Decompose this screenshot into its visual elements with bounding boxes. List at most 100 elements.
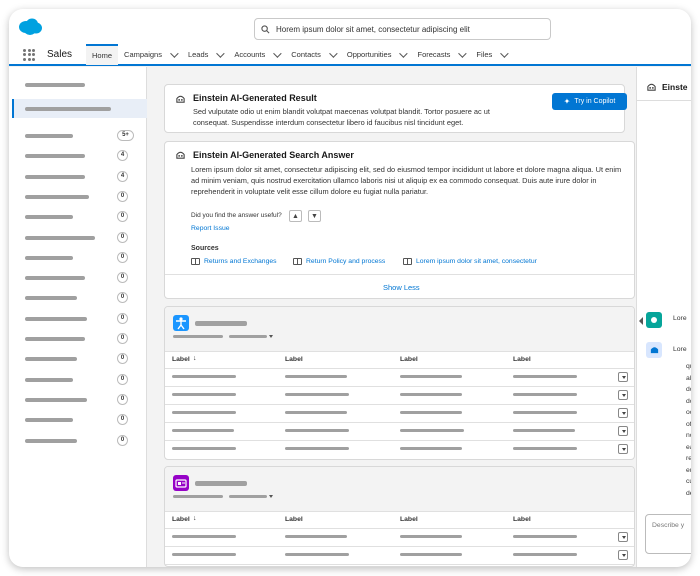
sidebar-item-placeholder[interactable]	[25, 377, 73, 382]
chevron-down-icon[interactable]	[170, 48, 179, 58]
einstein-copilot-panel: Einste Lore Lore qu ali do do occ off no ea rep e…	[636, 67, 691, 567]
table-cell-placeholder	[285, 393, 349, 396]
source-link[interactable]: Return Policy and process	[293, 258, 385, 265]
chevron-down-icon[interactable]	[269, 335, 273, 338]
column-header[interactable]: Label	[172, 516, 190, 523]
tab-home[interactable]: Home	[86, 44, 119, 65]
column-header[interactable]: Label	[400, 516, 418, 523]
sidebar-item-placeholder[interactable]	[25, 194, 89, 199]
assistant-message-line: rep	[686, 455, 691, 462]
panel-title: Einste	[662, 82, 688, 92]
assistant-message: Lore	[673, 346, 687, 353]
row-action-menu-icon[interactable]	[618, 444, 628, 454]
show-less-button[interactable]: Show Less	[383, 283, 420, 292]
count-badge: 0	[117, 251, 128, 263]
sidebar-item-placeholder[interactable]	[25, 418, 73, 423]
table-subtitle-placeholder	[173, 335, 223, 338]
tab-leads[interactable]: Leads	[182, 44, 228, 65]
column-header[interactable]: Label	[285, 356, 303, 363]
row-divider	[165, 564, 634, 565]
accessibility-icon	[173, 315, 189, 331]
sidebar-item-placeholder[interactable]	[25, 357, 77, 362]
sidebar-item-placeholder[interactable]	[25, 438, 77, 443]
table-cell-placeholder	[400, 535, 462, 538]
user-avatar	[646, 312, 662, 328]
count-badge: 0	[117, 272, 128, 284]
sidebar-item-placeholder[interactable]	[25, 276, 85, 281]
collapse-arrow-icon[interactable]	[639, 317, 643, 325]
sidebar-item-placeholder[interactable]	[25, 296, 77, 301]
row-action-menu-icon[interactable]	[618, 372, 628, 382]
assistant-message-line: do	[686, 397, 691, 405]
sort-arrow-icon[interactable]: ↓	[193, 515, 197, 522]
sort-arrow-icon[interactable]: ↓	[193, 355, 197, 362]
sidebar-item-placeholder[interactable]	[25, 134, 73, 138]
tab-opportunities[interactable]: Opportunities	[341, 44, 412, 65]
count-badge: 5+	[117, 130, 134, 141]
main-content: Einstein AI-Generated Result Sed vulputa…	[155, 67, 635, 567]
column-header[interactable]: Label	[400, 356, 418, 363]
app-launcher-icon[interactable]	[23, 48, 35, 61]
global-search-input[interactable]: Horem ipsum dolor sit amet, consectetur …	[254, 18, 551, 40]
try-in-copilot-button[interactable]: ✦ Try in Copilot	[552, 93, 627, 110]
row-action-menu-icon[interactable]	[618, 550, 628, 560]
table-header-area	[165, 307, 634, 351]
sidebar-item-placeholder[interactable]	[25, 397, 87, 402]
column-header[interactable]: Label	[172, 356, 190, 363]
row-action-menu-icon[interactable]	[618, 408, 628, 418]
tab-label: Opportunities	[346, 50, 392, 59]
tab-accounts[interactable]: Accounts	[228, 44, 285, 65]
chevron-down-icon[interactable]	[399, 48, 409, 58]
tab-files[interactable]: Files	[470, 44, 512, 65]
tab-contacts[interactable]: Contacts	[285, 44, 341, 65]
table-cell-placeholder	[172, 411, 236, 414]
report-issue-link[interactable]: Report Issue	[191, 225, 230, 232]
sparkle-icon: ✦	[563, 97, 571, 106]
row-divider	[165, 440, 634, 441]
tab-campaigns[interactable]: Campaigns	[118, 44, 182, 65]
chat-input[interactable]: Describe y	[645, 514, 691, 554]
column-header[interactable]: Label	[285, 516, 303, 523]
chevron-down-icon[interactable]	[216, 48, 226, 58]
chevron-down-icon[interactable]	[273, 48, 282, 58]
assistant-message-line: no	[686, 432, 691, 439]
table-header-area	[165, 467, 634, 511]
thumbs-down-icon[interactable]: ▼	[308, 210, 321, 222]
row-divider	[165, 404, 634, 405]
chevron-down-icon[interactable]	[458, 48, 468, 58]
book-icon	[403, 258, 412, 265]
tab-forecasts[interactable]: Forecasts	[411, 44, 470, 65]
tab-label: Contacts	[291, 50, 321, 59]
row-action-menu-icon[interactable]	[618, 532, 628, 542]
source-link[interactable]: Returns and Exchanges	[191, 258, 277, 265]
table-cell-placeholder	[513, 375, 577, 378]
table-cell-placeholder	[513, 535, 577, 538]
chevron-down-icon[interactable]	[500, 48, 509, 58]
salesforce-logo[interactable]	[17, 17, 43, 37]
chevron-down-icon[interactable]	[269, 495, 273, 498]
sidebar-item-placeholder[interactable]	[25, 316, 87, 321]
count-badge: 0	[117, 231, 128, 243]
chevron-down-icon[interactable]	[329, 48, 338, 58]
sidebar-item-placeholder[interactable]	[25, 255, 73, 260]
thumbs-up-icon[interactable]: ▲	[289, 210, 302, 222]
divider	[637, 100, 691, 101]
einstein-icon	[176, 151, 185, 159]
column-header[interactable]: Label	[513, 356, 531, 363]
count-badge: 0	[117, 190, 128, 202]
row-action-menu-icon[interactable]	[618, 426, 628, 436]
column-header[interactable]: Label	[513, 516, 531, 523]
sidebar-item-placeholder[interactable]	[25, 337, 85, 341]
table-cell-placeholder	[285, 447, 349, 450]
chat-placeholder: Describe y	[652, 522, 685, 529]
table-cell-placeholder	[513, 393, 577, 396]
sidebar-item-placeholder[interactable]	[25, 215, 73, 220]
sidebar-item-placeholder[interactable]	[25, 174, 85, 179]
sidebar-item-placeholder[interactable]	[25, 154, 85, 159]
table-cell-placeholder	[285, 375, 347, 378]
source-link[interactable]: Lorem ipsum dolor sit amet, consectetur	[403, 258, 537, 265]
table-cell-placeholder	[400, 411, 462, 414]
sidebar-item-placeholder	[25, 107, 111, 111]
sidebar-item-placeholder[interactable]	[25, 235, 95, 240]
row-action-menu-icon[interactable]	[618, 390, 628, 400]
